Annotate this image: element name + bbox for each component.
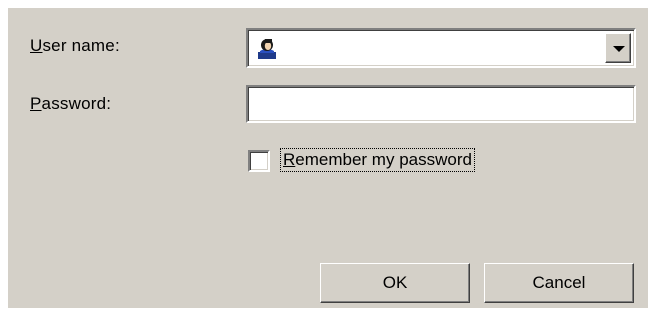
username-dropdown-button[interactable] (605, 33, 631, 63)
user-avatar-icon (258, 39, 276, 59)
username-label: User name: (30, 36, 120, 55)
username-combobox[interactable] (246, 28, 636, 68)
login-dialog: User name: Password: Remember my passwor… (8, 8, 648, 308)
remember-password-checkbox[interactable] (248, 150, 270, 172)
chevron-down-icon (613, 46, 625, 52)
remember-password-label[interactable]: Remember my password (280, 148, 475, 172)
cancel-button[interactable]: Cancel (484, 263, 634, 303)
password-label: Password: (30, 94, 112, 113)
password-input[interactable] (246, 85, 636, 123)
ok-button[interactable]: OK (320, 263, 470, 303)
